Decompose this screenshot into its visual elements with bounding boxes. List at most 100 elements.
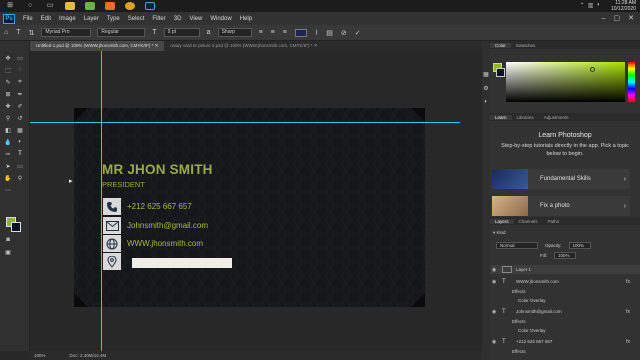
eraser-tool-icon[interactable]: ◧	[3, 127, 13, 134]
character-panel-icon[interactable]: ▤	[326, 29, 333, 37]
text-color-swatch[interactable]	[294, 28, 307, 37]
layer-row[interactable]: ◉ T +212 625 667 657 fx	[490, 337, 640, 346]
guide-horizontal[interactable]	[30, 122, 460, 123]
menu-image[interactable]: Image	[55, 16, 80, 22]
tab-channels[interactable]: Channels	[514, 219, 543, 224]
layer-effect-row[interactable]: Color Overlay	[490, 296, 640, 305]
address-placeholder-bar[interactable]	[132, 258, 232, 268]
brush-tool-icon[interactable]: ✐	[15, 103, 25, 110]
layer-effects-row[interactable]: Effects	[490, 317, 640, 326]
align-right-icon[interactable]: ≡	[283, 29, 287, 36]
learn-item-fix-a-photo[interactable]: Fix a photo ›	[492, 196, 630, 216]
history-brush-tool-icon[interactable]: ↺	[15, 115, 25, 122]
menu-help[interactable]: Help	[236, 16, 256, 22]
tab-libraries[interactable]: Libraries	[512, 115, 539, 120]
menu-select[interactable]: Select	[124, 16, 149, 22]
lasso-tool-icon[interactable]: ◌	[15, 67, 25, 73]
close-icon[interactable]: ✕	[155, 43, 159, 48]
layer-effect-row[interactable]: Color Overlay	[490, 326, 640, 335]
tab-layers[interactable]: Layers	[490, 218, 514, 224]
explorer-icon[interactable]	[63, 1, 77, 11]
visibility-eye-icon[interactable]: ◉	[490, 309, 498, 315]
home-icon[interactable]: ⌂	[4, 29, 8, 36]
eyedropper-tool-icon[interactable]: ✒	[15, 91, 25, 98]
card-website[interactable]: WWW.jhonsmith.com	[127, 239, 203, 248]
learn-item-fundamental-skills[interactable]: Fundamental Skills ›	[492, 169, 630, 189]
camtasia-recorder-icon[interactable]	[103, 1, 117, 11]
color-picker-marker[interactable]	[590, 67, 595, 72]
tab-color[interactable]: Color	[490, 42, 511, 48]
layer-effects-row[interactable]: Effects	[490, 287, 640, 296]
photoshop-taskbar-icon[interactable]	[143, 1, 157, 11]
cancel-icon[interactable]: ⊘	[341, 29, 347, 37]
type-tool-preset-icon[interactable]: T	[16, 29, 20, 36]
search-icon[interactable]: ○	[23, 1, 37, 11]
fx-icon[interactable]: fx	[626, 309, 630, 315]
healing-brush-tool-icon[interactable]: ✚	[3, 103, 13, 110]
quick-select-tool-icon[interactable]: ✎	[3, 79, 13, 86]
frame-tool-icon[interactable]: ⊠	[3, 91, 13, 98]
visibility-eye-icon[interactable]: ◉	[490, 267, 498, 273]
close-icon[interactable]: ✕	[628, 12, 634, 25]
more-tools-icon[interactable]: ⋯	[3, 187, 13, 194]
hue-slider[interactable]	[628, 62, 635, 102]
fill-input[interactable]: 100%	[554, 251, 576, 259]
visibility-eye-icon[interactable]: ◉	[490, 339, 498, 345]
menu-file[interactable]: File	[19, 16, 37, 22]
zoom-tool-icon[interactable]: ⚲	[15, 175, 25, 182]
path-select-tool-icon[interactable]: ➤	[3, 163, 13, 170]
color-picker-field[interactable]	[506, 62, 625, 102]
align-left-icon[interactable]: ≡	[259, 29, 263, 36]
pen-tool-icon[interactable]: ✑	[3, 151, 13, 158]
maximize-icon[interactable]: ▢	[614, 12, 621, 25]
camtasia-icon[interactable]	[83, 1, 97, 11]
menu-window[interactable]: Window	[206, 16, 235, 22]
fx-icon[interactable]: fx	[626, 339, 630, 345]
move-tool-icon[interactable]: ✥	[3, 55, 13, 62]
rectangle-tool-icon[interactable]: ▭	[15, 163, 25, 170]
color-panel-bg[interactable]	[496, 68, 505, 77]
artboard-tool-icon[interactable]: ▭	[15, 55, 25, 62]
chrome-icon[interactable]	[123, 1, 137, 11]
screen-mode-icon[interactable]: ▣	[3, 249, 13, 256]
background-color-swatch[interactable]	[11, 222, 21, 232]
menu-filter[interactable]: Filter	[148, 16, 169, 22]
tab-adjustments[interactable]: Adjustments	[539, 115, 574, 120]
card-email[interactable]: Johnsmith@gmail.com	[127, 221, 208, 230]
clock[interactable]: 11:28 AM 10/12/2020	[611, 0, 636, 12]
windows-start-icon[interactable]: ⊞	[3, 1, 17, 11]
card-name[interactable]: MR JHON SMITH	[102, 162, 213, 177]
layer-row[interactable]: ◉ T WWW.jhonsmith.com fx	[490, 277, 640, 286]
blend-mode-select[interactable]: Normal	[496, 241, 538, 249]
marquee-tool-icon[interactable]: ⬚	[3, 67, 13, 74]
card-phone[interactable]: +212 625 667 657	[127, 202, 192, 211]
task-view-icon[interactable]: ▭	[43, 1, 57, 11]
menu-type[interactable]: Type	[103, 16, 124, 22]
guide-vertical[interactable]	[101, 51, 102, 351]
tab-paths[interactable]: Paths	[543, 219, 565, 224]
doc-size[interactable]: Doc: 2.40M/14.4M	[70, 353, 107, 358]
layer-row[interactable]: ◉ Layer 1	[490, 265, 640, 274]
menu-3d[interactable]: 3D	[170, 16, 186, 22]
minimize-icon[interactable]: –	[602, 12, 606, 25]
blur-tool-icon[interactable]: 💧	[3, 139, 13, 146]
font-family-select[interactable]: Myriad Pro	[41, 28, 92, 37]
text-orientation-icon[interactable]: ⇅	[29, 29, 35, 37]
gradient-tool-icon[interactable]: ▦	[15, 127, 25, 134]
anti-alias-select[interactable]: Sharp	[217, 28, 252, 37]
volume-icon[interactable]: ◖	[596, 2, 600, 9]
card-title[interactable]: PRESIDENT	[102, 180, 145, 189]
layer-filter-kind[interactable]: ▾ Kind	[493, 230, 506, 236]
tab-swatches[interactable]: Swatches	[511, 43, 541, 48]
font-style-select[interactable]: Regular	[97, 28, 146, 37]
tab-learn[interactable]: Learn	[490, 114, 512, 120]
visibility-eye-icon[interactable]: ◉	[490, 279, 498, 285]
tab-ready-card[interactable]: ready card er pelure 2.psd @ 100% (WWW.j…	[164, 41, 323, 51]
font-size-select[interactable]: 9 pt	[163, 28, 200, 37]
hand-tool-icon[interactable]: ✋	[3, 175, 13, 182]
business-card-canvas[interactable]: MR JHON SMITH PRESIDENT +212 625 667 657…	[74, 108, 425, 307]
network-icon[interactable]: ▥	[588, 2, 594, 9]
layer-row[interactable]: ◉ T Johnsmith@gmail.com fx	[490, 307, 640, 316]
zoom-level[interactable]: 100%	[34, 353, 46, 358]
close-icon[interactable]: ✕	[314, 43, 318, 48]
